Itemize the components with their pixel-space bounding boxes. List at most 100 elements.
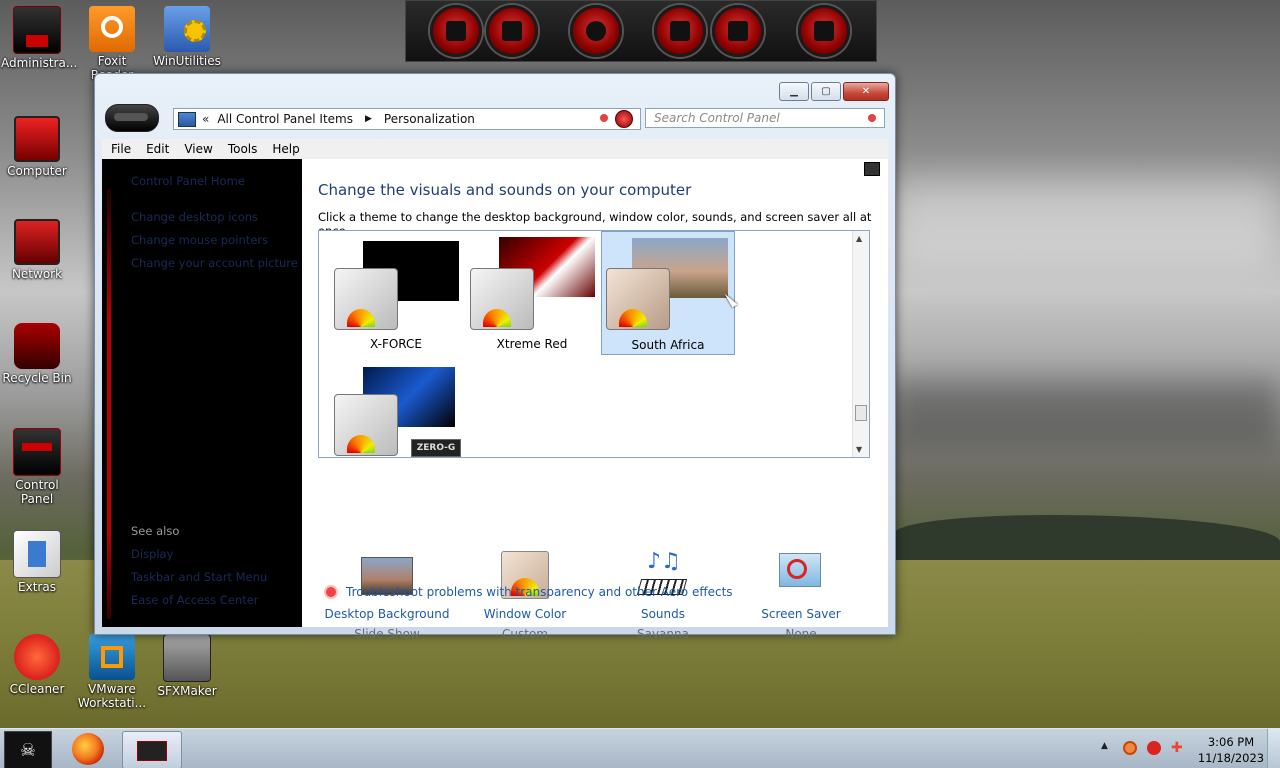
start-button[interactable]: ☠ [4, 731, 52, 768]
sfxmaker-icon [163, 634, 211, 682]
see-also-heading: See also [131, 524, 180, 538]
troubleshoot-link[interactable]: Troubleshoot problems with transparency … [326, 585, 733, 599]
desktop-icon-label: Extras [18, 580, 56, 594]
menu-bar: File Edit View Tools Help [102, 139, 888, 159]
link-change-account-picture[interactable]: Change your account picture [131, 256, 298, 270]
setting-label: Screen Saver [761, 607, 841, 621]
troubleshoot-icon [326, 587, 336, 597]
desktop-icon-control-panel[interactable]: Control Panel [1, 428, 73, 506]
maximize-button[interactable]: ▢ [811, 82, 841, 101]
main-content: Change the visuals and sounds on your co… [302, 159, 888, 641]
desktop-icon-label: Computer [7, 164, 67, 178]
address-dropdown-icon[interactable] [600, 114, 608, 122]
winutilities-icon [164, 6, 210, 52]
vmware-icon [89, 634, 135, 680]
setting-screen-saver[interactable]: Screen Saver None [736, 549, 866, 641]
gadget-button-disc-icon[interactable] [570, 5, 622, 57]
desktop-icon-winutilities[interactable]: WinUtilities [151, 6, 223, 68]
taskbar-firefox-icon[interactable] [72, 733, 104, 765]
link-ease-of-access[interactable]: Ease of Access Center [131, 593, 259, 607]
recycle-bin-icon [14, 323, 60, 369]
control-panel-icon [178, 111, 196, 127]
address-bar[interactable]: « All Control Panel Items ▶ Personalizat… [173, 108, 641, 130]
desktop-icon-vmware[interactable]: VMware Workstati... [76, 634, 148, 710]
themes-list: X-FORCE Xtreme Red South Africa ZERO-G ▲… [318, 230, 870, 458]
theme-south-africa[interactable]: South Africa [601, 231, 735, 355]
desktop-icon-label: CCleaner [9, 682, 65, 696]
refresh-button[interactable] [615, 110, 633, 128]
search-icon[interactable] [868, 114, 876, 122]
control-panel-icon [13, 428, 61, 476]
theme-name: South Africa [631, 338, 705, 352]
breadcrumb-overflow[interactable]: « [202, 112, 209, 126]
theme-x-force[interactable]: X-FORCE [329, 231, 463, 355]
desktop-icon-computer[interactable]: Computer [1, 116, 73, 178]
tray-power-icon[interactable] [1123, 741, 1137, 755]
setting-value: Custom [502, 627, 548, 641]
scroll-thumb[interactable] [855, 405, 867, 421]
link-taskbar-start-menu[interactable]: Taskbar and Start Menu [131, 570, 267, 584]
gadget-button-computer-icon[interactable] [712, 5, 764, 57]
menu-view[interactable]: View [175, 142, 218, 156]
desktop-icon-label: VMware Workstati... [77, 682, 147, 710]
window-controls: ▁ ▢ ✕ [777, 82, 889, 101]
breadcrumb-all-control-panel-items[interactable]: All Control Panel Items [217, 112, 353, 126]
control-panel-icon [137, 741, 167, 761]
search-box[interactable]: Search Control Panel [645, 108, 885, 128]
desktop: Administra... Foxit Reader WinUtilities … [0, 0, 1280, 768]
gadget-button-tower-icon[interactable] [486, 5, 538, 57]
desktop-icon-sfxmaker[interactable]: SFXMaker [151, 634, 223, 698]
desktop-icon-label: Recycle Bin [2, 371, 72, 385]
link-change-desktop-icons[interactable]: Change desktop icons [131, 210, 258, 224]
scroll-down-icon[interactable]: ▼ [856, 445, 862, 454]
desktop-icon-administrator[interactable]: Administra... [1, 6, 78, 70]
menu-file[interactable]: File [102, 142, 137, 156]
personalization-window: ▁ ▢ ✕ « All Control Panel Items ▶ Person… [94, 73, 896, 641]
gadget-button-drive-icon[interactable] [654, 5, 706, 57]
tray-volume-icon[interactable]: ✚ [1171, 741, 1185, 755]
theme-color-swatch [606, 268, 670, 330]
menu-edit[interactable]: Edit [137, 142, 175, 156]
gadget-button-monitor-icon[interactable] [430, 5, 482, 57]
search-placeholder: Search Control Panel [654, 111, 780, 125]
close-button[interactable]: ✕ [843, 82, 889, 101]
menu-tools[interactable]: Tools [219, 142, 264, 156]
minimize-button[interactable]: ▁ [779, 82, 809, 101]
system-clock[interactable]: 3:06 PM 11/18/2023 [1196, 734, 1266, 766]
scroll-up-icon[interactable]: ▲ [856, 234, 862, 243]
desktop-icon-foxit-reader[interactable]: Foxit Reader [76, 6, 148, 82]
decorative-red-line [107, 189, 111, 619]
taskbar: ☠ ▲ ✚ 3:06 PM 11/18/2023 [0, 728, 1280, 768]
taskbar-control-panel-button[interactable] [122, 731, 182, 768]
show-hidden-icons-icon[interactable]: ▲ [1101, 741, 1108, 751]
sky-dark-cloud-band [890, 380, 1280, 450]
desktop-icon-extras[interactable]: Extras [1, 530, 73, 594]
desktop-icon-network[interactable]: Network [1, 219, 73, 281]
themes-scrollbar[interactable]: ▲ ▼ [852, 231, 869, 457]
desktop-icon-label: WinUtilities [153, 54, 221, 68]
link-control-panel-home[interactable]: Control Panel Home [131, 174, 245, 188]
desktop-icon-label: SFXMaker [157, 684, 217, 698]
clock-time: 3:06 PM [1207, 735, 1255, 749]
desktop-icon-label: Administra... [1, 56, 78, 70]
link-display[interactable]: Display [131, 547, 173, 561]
menu-help[interactable]: Help [263, 142, 305, 156]
setting-label: Desktop Background [324, 607, 450, 621]
desktop-icon-ccleaner[interactable]: CCleaner [1, 634, 73, 696]
gadget-launch-bar [405, 0, 877, 62]
show-desktop-button[interactable] [1267, 729, 1280, 768]
pirate-flag-icon: ☠ [19, 739, 37, 761]
foxit-reader-icon [89, 6, 135, 52]
tray-network-icon[interactable] [1147, 741, 1161, 755]
gadget-button-bin-icon[interactable] [798, 5, 850, 57]
link-change-mouse-pointers[interactable]: Change mouse pointers [131, 233, 268, 247]
theme-xtreme-red[interactable]: Xtreme Red [465, 231, 599, 355]
desktop-icon-label: Network [11, 267, 63, 281]
back-forward-buttons[interactable] [105, 104, 159, 132]
help-toggle-icon[interactable] [864, 162, 880, 176]
desktop-icon-recycle-bin[interactable]: Recycle Bin [1, 323, 73, 385]
breadcrumb-personalization[interactable]: Personalization [384, 112, 475, 126]
extras-icon [13, 530, 61, 578]
breadcrumb-separator-icon[interactable]: ▶ [365, 114, 372, 124]
setting-value: Slide Show [354, 627, 420, 641]
